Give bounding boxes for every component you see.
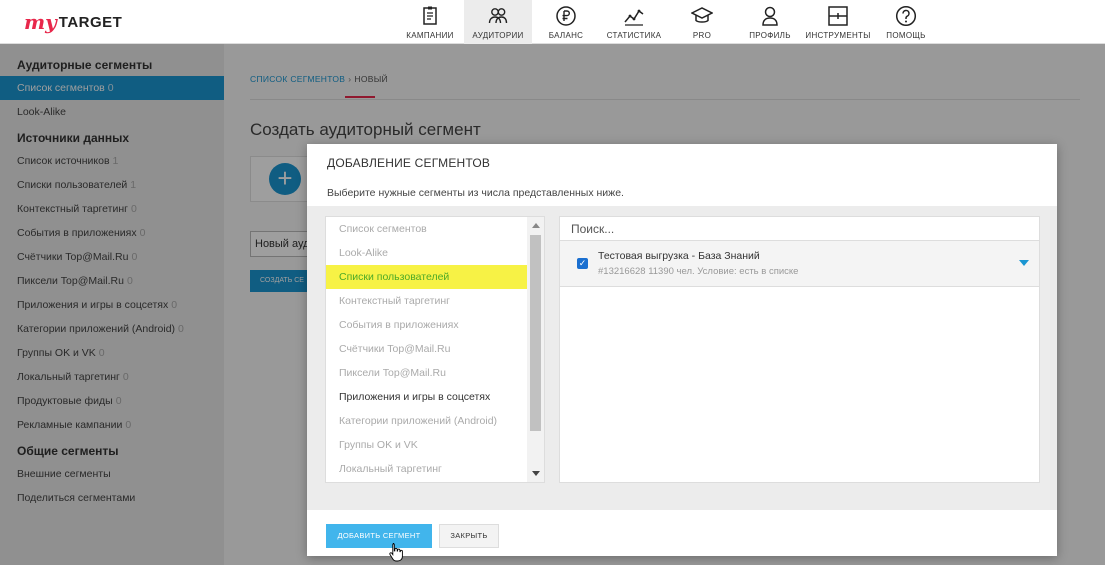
nav-statistics[interactable]: СТАТИСТИКА	[600, 0, 668, 44]
nav-statistics-label: СТАТИСТИКА	[606, 31, 662, 40]
mytarget-logo[interactable]: my TARGET	[24, 8, 122, 36]
add-segments-modal: ДОБАВЛЕНИЕ СЕГМЕНТОВ Выберите нужные сег…	[307, 144, 1057, 556]
nav-tools-label: ИНСТРУМЕНТЫ	[805, 31, 871, 40]
top-bar: my TARGET КАМПАНИИ АУДИТОРИИ БАЛАНС СТАТ…	[0, 0, 1105, 44]
nav-balance[interactable]: БАЛАНС	[532, 0, 600, 44]
segment-checkbox[interactable]: ✓	[577, 258, 588, 269]
nav-pro[interactable]: PRO	[668, 0, 736, 44]
expand-arrow-icon[interactable]	[1019, 260, 1029, 266]
nav-tools[interactable]: ИНСТРУМЕНТЫ	[804, 0, 872, 44]
nav-campaigns-label: КАМПАНИИ	[406, 31, 454, 40]
list-item[interactable]: Look-Alike	[326, 241, 527, 265]
nav-profile-label: ПРОФИЛЬ	[749, 31, 791, 40]
tools-icon	[828, 6, 848, 26]
graduation-cap-icon	[691, 7, 713, 23]
add-segment-button[interactable]: ДОБАВИТЬ СЕГМЕНТ	[326, 524, 432, 548]
modal-title: ДОБАВЛЕНИЕ СЕГМЕНТОВ	[327, 156, 491, 170]
list-item[interactable]: Локальный таргетинг	[326, 457, 527, 481]
scroll-down-arrow-icon[interactable]	[532, 471, 540, 476]
segments-panel: Поиск... ✓ Тестовая выгрузка - База Знан…	[559, 216, 1040, 483]
list-scrollbar[interactable]	[527, 217, 544, 482]
list-item[interactable]: Счётчики Top@Mail.Ru	[326, 337, 527, 361]
list-item[interactable]: Категории приложений (Android)	[326, 409, 527, 433]
list-item[interactable]: Группы OK и VK	[326, 433, 527, 457]
modal-subtitle: Выберите нужные сегменты из числа предст…	[327, 187, 624, 199]
search-input[interactable]: Поиск...	[560, 217, 1039, 241]
help-icon	[895, 5, 917, 27]
list-item[interactable]: Контекстный таргетинг	[326, 289, 527, 313]
list-item[interactable]: Список сегментов	[326, 217, 527, 241]
audiences-icon	[488, 8, 508, 24]
profile-icon	[762, 6, 778, 26]
logo-my: my	[24, 10, 57, 34]
ruble-icon	[556, 6, 576, 26]
list-item[interactable]: Пиксели Top@Mail.Ru	[326, 361, 527, 385]
close-button[interactable]: ЗАКРЫТЬ	[439, 524, 499, 548]
nav-profile[interactable]: ПРОФИЛЬ	[736, 0, 804, 44]
logo-target: TARGET	[58, 13, 123, 31]
nav-audiences-label: АУДИТОРИИ	[472, 31, 524, 40]
list-item[interactable]: События в приложениях	[326, 313, 527, 337]
nav-campaigns[interactable]: КАМПАНИИ	[396, 0, 464, 44]
list-item-selected[interactable]: Списки пользователей	[326, 265, 527, 289]
scroll-up-arrow-icon[interactable]	[532, 223, 540, 228]
hand-cursor-icon	[389, 543, 403, 562]
campaigns-icon	[423, 6, 437, 25]
main-nav: КАМПАНИИ АУДИТОРИИ БАЛАНС СТАТИСТИКА PRO…	[396, 0, 940, 44]
statistics-icon	[624, 9, 644, 26]
segment-meta: #13216628 11390 чел. Условие: есть в спи…	[598, 266, 799, 277]
modal-body: Список сегментов Look-Alike Списки польз…	[307, 206, 1057, 510]
scrollbar-thumb[interactable]	[530, 235, 541, 431]
segment-row[interactable]: ✓ Тестовая выгрузка - База Знаний #13216…	[560, 241, 1039, 287]
nav-help[interactable]: ПОМОЩЬ	[872, 0, 940, 44]
segment-name: Тестовая выгрузка - База Знаний	[598, 250, 760, 262]
nav-help-label: ПОМОЩЬ	[886, 31, 926, 40]
list-item[interactable]: Приложения и игры в соцсетях	[326, 385, 527, 409]
segment-type-list: Список сегментов Look-Alike Списки польз…	[325, 216, 545, 483]
nav-audiences[interactable]: АУДИТОРИИ	[464, 0, 532, 44]
nav-balance-label: БАЛАНС	[548, 31, 584, 40]
nav-pro-label: PRO	[692, 31, 712, 40]
